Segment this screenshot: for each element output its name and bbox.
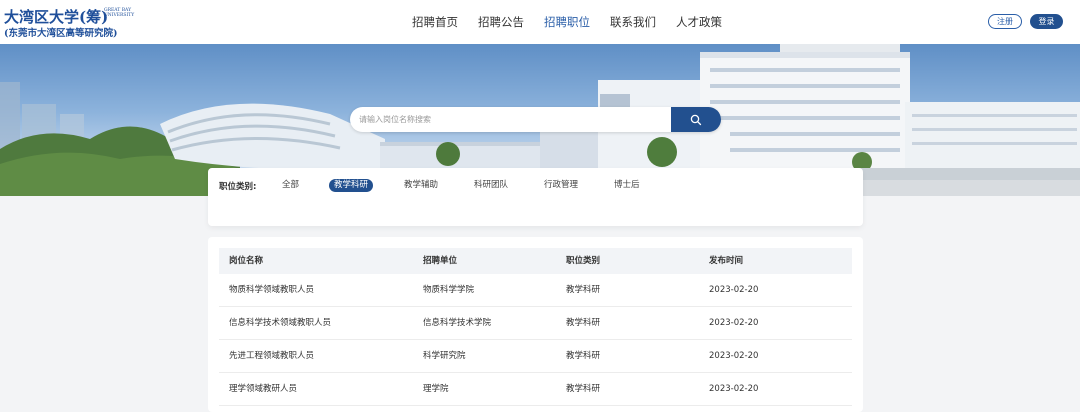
filter-option-administration[interactable]: 行政管理 [544, 179, 578, 192]
register-button[interactable]: 注册 [988, 14, 1022, 29]
search-button[interactable] [671, 107, 721, 132]
cell-position-name[interactable]: 物质科学领域教职人员 [229, 274, 314, 307]
table-header: 岗位名称 招聘单位 职位类别 发布时间 [219, 248, 852, 274]
header-publish-date: 发布时间 [709, 256, 744, 266]
filter-option-teaching-support[interactable]: 教学辅助 [404, 179, 438, 192]
positions-table: 岗位名称 招聘单位 职位类别 发布时间 物质科学领域教职人员 物质科学学院 教学… [208, 237, 863, 412]
cell-position-name[interactable]: 信息科学技术领域教职人员 [229, 307, 331, 340]
cell-publish-date: 2023-02-20 [709, 285, 759, 295]
filter-option-research-team[interactable]: 科研团队 [474, 179, 508, 192]
category-filter: 职位类别: 全部 教学科研 教学辅助 科研团队 行政管理 博士后 [208, 168, 863, 226]
search-input[interactable] [350, 107, 670, 132]
filter-label: 职位类别: [219, 182, 257, 192]
main-nav: 招聘首页 招聘公告 招聘职位 联系我们 人才政策 [412, 0, 742, 44]
table-row[interactable]: 理学领域教研人员 理学院 教学科研 2023-02-20 [219, 373, 852, 406]
search-icon [690, 114, 702, 126]
cell-position-name[interactable]: 理学领域教研人员 [229, 373, 297, 406]
logo-en-line2: UNIVERSITY [104, 13, 135, 18]
filter-option-teaching-research[interactable]: 教学科研 [329, 179, 374, 192]
top-header: 大湾区大学(筹) GREAT BAY UNIVERSITY (东莞市大湾区高等研… [0, 0, 1080, 44]
cell-recruiting-unit: 科学研究院 [423, 351, 466, 361]
cell-publish-date: 2023-02-20 [709, 318, 759, 328]
header-recruiting-unit: 招聘单位 [423, 256, 458, 266]
cell-category: 教学科研 [566, 318, 601, 328]
cell-publish-date: 2023-02-20 [709, 384, 759, 394]
search-box [350, 107, 721, 132]
login-button[interactable]: 登录 [1030, 14, 1063, 29]
cell-category: 教学科研 [566, 351, 601, 361]
table-row[interactable]: 物质科学领域教职人员 物质科学学院 教学科研 2023-02-20 [219, 274, 852, 307]
cell-category: 教学科研 [566, 285, 601, 295]
logo-sub-text: (东莞市大湾区高等研究院) [4, 28, 118, 39]
cell-category: 教学科研 [566, 384, 601, 394]
university-logo[interactable]: 大湾区大学(筹) GREAT BAY UNIVERSITY (东莞市大湾区高等研… [4, 6, 164, 39]
header-position-name: 岗位名称 [229, 256, 264, 266]
table-row[interactable]: 信息科学技术领域教职人员 信息科学技术学院 教学科研 2023-02-20 [219, 307, 852, 340]
logo-main-text: 大湾区大学(筹) [4, 8, 109, 26]
cell-publish-date: 2023-02-20 [709, 351, 759, 361]
nav-item-positions[interactable]: 招聘职位 [544, 0, 590, 44]
header-category: 职位类别 [566, 256, 601, 266]
cell-position-name[interactable]: 先进工程领域教职人员 [229, 340, 314, 373]
cell-recruiting-unit: 物质科学学院 [423, 285, 475, 295]
filter-option-postdoc[interactable]: 博士后 [614, 179, 640, 192]
nav-item-announcements[interactable]: 招聘公告 [478, 0, 524, 44]
cell-recruiting-unit: 理学院 [423, 384, 449, 394]
filter-option-all[interactable]: 全部 [282, 179, 299, 192]
logo-english-text: GREAT BAY UNIVERSITY [104, 8, 138, 18]
cell-recruiting-unit: 信息科学技术学院 [423, 318, 492, 328]
nav-item-contact[interactable]: 联系我们 [610, 0, 656, 44]
nav-item-home[interactable]: 招聘首页 [412, 0, 458, 44]
table-row[interactable]: 先进工程领域教职人员 科学研究院 教学科研 2023-02-20 [219, 340, 852, 373]
nav-item-talent-policy[interactable]: 人才政策 [676, 0, 722, 44]
